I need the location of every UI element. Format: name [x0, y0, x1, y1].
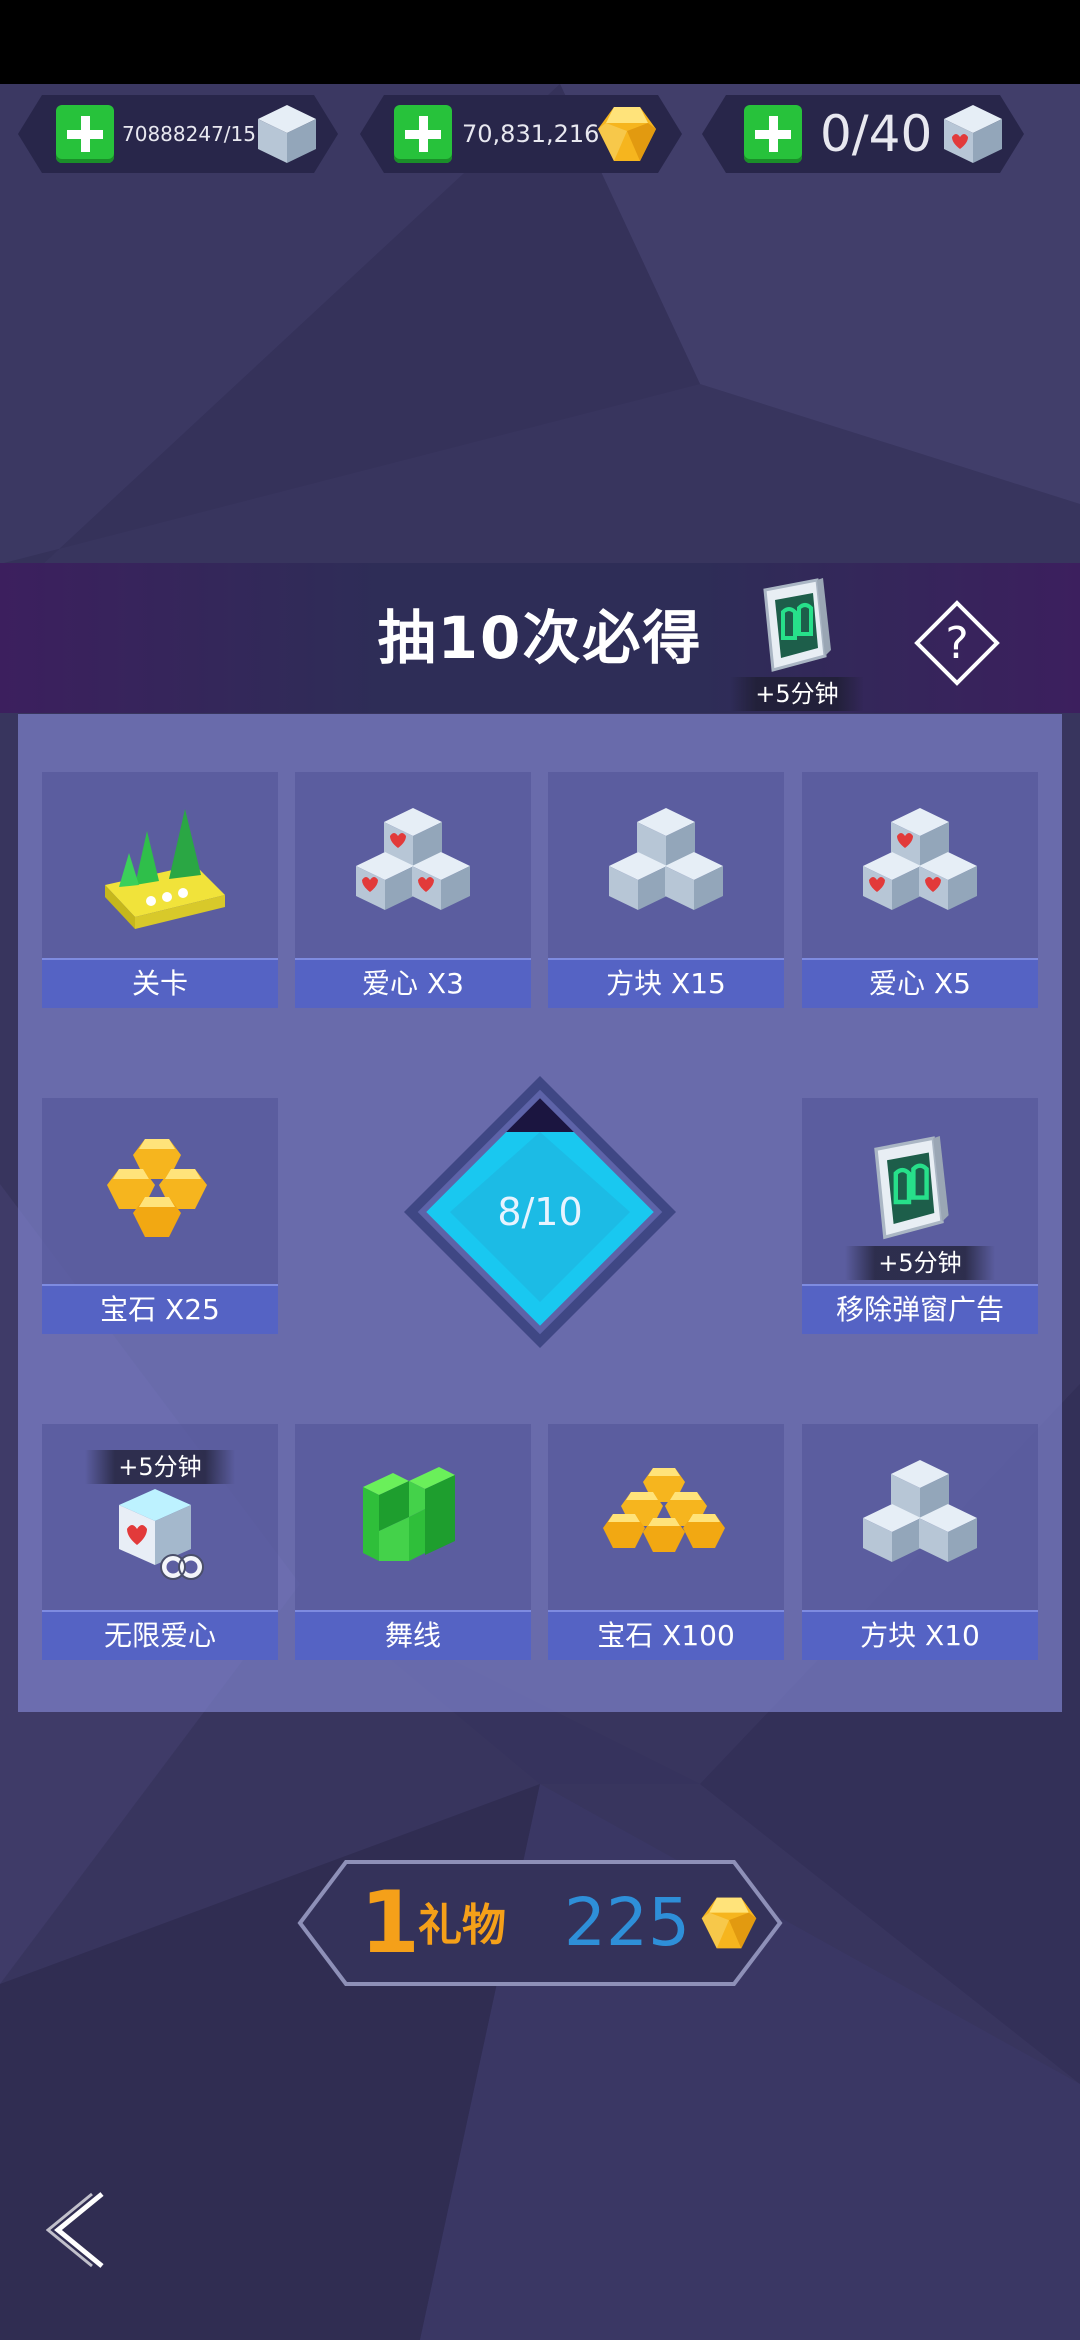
gift-label: 礼物	[418, 1900, 506, 1951]
prize-dance-line: 舞线	[295, 1424, 531, 1660]
prize-label: 舞线	[295, 1610, 531, 1660]
draw-progress-text: 8/10	[497, 1190, 583, 1234]
prize-hearts-5: 爱心 X5	[802, 772, 1038, 1008]
gem-count: 70,831,216	[462, 120, 600, 148]
heart-counter: 0/40	[702, 95, 1024, 173]
prize-label: 关卡	[42, 958, 278, 1008]
chevron-left-icon[interactable]	[45, 2190, 116, 2270]
window-frame-icon	[755, 578, 855, 678]
prize-bonus-label: +5分钟	[730, 677, 864, 711]
gems-icon	[42, 1098, 278, 1283]
cubes-icon	[802, 1424, 1038, 1609]
prize-bonus-label: +5分钟	[85, 1450, 235, 1484]
cube-counter: 70888247/15	[18, 95, 338, 173]
heart-cube-icon	[940, 101, 1006, 167]
prize-label: 爱心 X3	[295, 958, 531, 1008]
prize-gems-100: 宝石 X100	[548, 1424, 784, 1660]
gem-icon	[698, 1892, 760, 1954]
add-cubes-button[interactable]	[56, 105, 114, 163]
gift-count: 1	[360, 1873, 420, 1973]
cube-count: 70888247/15	[122, 122, 256, 146]
green-line-icon	[295, 1424, 531, 1609]
prize-gems-25: 宝石 X25	[42, 1098, 278, 1334]
heart-cubes-icon	[802, 772, 1038, 957]
prize-label: 移除弹窗广告	[802, 1284, 1038, 1334]
prize-remove-ads: +5分钟 移除弹窗广告	[802, 1098, 1038, 1334]
status-bar	[0, 0, 1080, 84]
prize-label: 无限爱心	[42, 1610, 278, 1660]
prize-infinite-hearts: +5分钟 无限爱心	[42, 1424, 278, 1660]
gem-icon	[594, 101, 660, 167]
prize-level: 关卡	[42, 772, 278, 1008]
prize-label: 方块 X10	[802, 1610, 1038, 1660]
add-gems-button[interactable]	[394, 105, 452, 163]
prize-label: 宝石 X100	[548, 1610, 784, 1660]
add-hearts-button[interactable]	[744, 105, 802, 163]
question-icon[interactable]: ?	[912, 598, 1002, 688]
cube-icon	[254, 101, 320, 167]
page-title: 抽10次必得	[377, 604, 703, 672]
gems-icon	[548, 1424, 784, 1609]
heart-count: 0/40	[820, 105, 933, 163]
prize-hearts-3: 爱心 X3	[295, 772, 531, 1008]
prize-cubes-10: 方块 X10	[802, 1424, 1038, 1660]
prize-label: 爱心 X5	[802, 958, 1038, 1008]
prize-cubes-15: 方块 X15	[548, 772, 784, 1008]
gift-cost: 225	[564, 1884, 690, 1961]
level-island-icon	[42, 772, 278, 957]
gem-counter: 70,831,216	[360, 95, 682, 173]
heart-cubes-icon	[295, 772, 531, 957]
prize-bonus-label: +5分钟	[845, 1246, 995, 1280]
prize-label: 方块 X15	[548, 958, 784, 1008]
cubes-icon	[548, 772, 784, 957]
svg-text:?: ?	[945, 618, 968, 669]
prize-label: 宝石 X25	[42, 1284, 278, 1334]
